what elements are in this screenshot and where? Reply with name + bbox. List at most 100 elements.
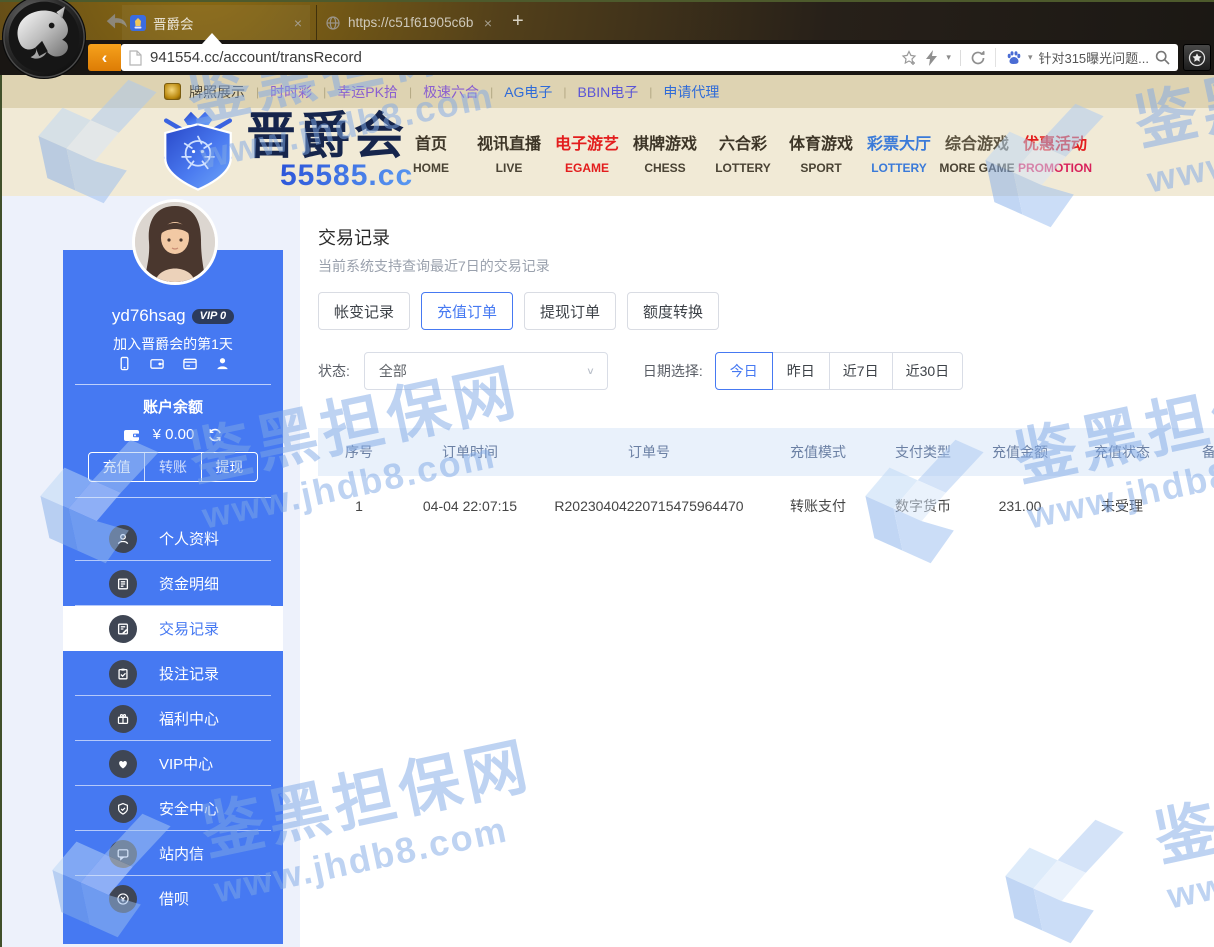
page-back-button[interactable]: ‹ (88, 44, 121, 71)
wallet-icon[interactable] (149, 356, 165, 371)
cell-seq: 1 (318, 476, 400, 536)
table-row: 1 04-04 22:07:15 R2023040422071547596447… (318, 476, 1214, 536)
chat-icon (109, 840, 137, 868)
sidebar-item-security[interactable]: 安全中心 (63, 786, 283, 831)
close-icon[interactable]: × (294, 15, 302, 31)
tab-quota-transfer[interactable]: 额度转换 (627, 292, 719, 330)
document-pen-icon (109, 615, 137, 643)
username: yd76hsag (112, 306, 186, 325)
sidebar-item-bets[interactable]: 投注记录 (63, 651, 283, 696)
divider (960, 50, 961, 66)
site-logo[interactable]: 晋爵会 55585.cc (150, 110, 413, 194)
license-icon (164, 83, 181, 100)
balance-title: 账户余额 (63, 396, 283, 417)
balance-actions: 充值 转账 提现 (88, 452, 258, 482)
nav-home[interactable]: 首页HOME (392, 108, 470, 196)
phone-icon[interactable] (117, 356, 132, 371)
sidebar-item-transactions[interactable]: 交易记录 (63, 606, 283, 651)
date-range-group: 今日 昨日 近7日 近30日 (715, 352, 963, 390)
bank-card-icon[interactable] (182, 356, 198, 371)
bookmark-star-icon[interactable] (901, 50, 917, 66)
omnibar-search[interactable]: ▾ 针对315曝光问题... (995, 48, 1170, 67)
nav-lottery-hall[interactable]: 彩票大厅 LOTTERY (860, 108, 938, 196)
nav-lottery6[interactable]: 六合彩 LOTTERY (704, 108, 782, 196)
globe-icon (325, 15, 341, 31)
transactions-table: 序号 订单时间 订单号 充值模式 支付类型 充值金额 充值状态 备注 1 04-… (318, 428, 1214, 536)
tab-secondary[interactable]: https://c51f61905c6b × (316, 5, 500, 40)
status-select[interactable]: 全部 ∨ (364, 352, 608, 390)
separator: | (563, 85, 566, 99)
vip-badge: VIP 0 (192, 309, 235, 324)
sidebar-item-messages[interactable]: 站内信 (63, 831, 283, 876)
link-ssc[interactable]: 时时彩 (270, 82, 312, 102)
nav-egame[interactable]: 电子游艺 EGAME (548, 108, 626, 196)
balance-amount: ¥ 0.00 (153, 426, 195, 443)
separator: | (409, 85, 412, 99)
table-header: 序号 订单时间 订单号 充值模式 支付类型 充值金额 充值状态 备注 (318, 428, 1214, 476)
record-tabs: 帐变记录 充值订单 提现订单 额度转换 (318, 292, 719, 330)
nav-live[interactable]: 视讯直播LIVE (470, 108, 548, 196)
page-body: 交易记录 当前系统支持查询最近7日的交易记录 帐变记录 充值订单 提现订单 额度… (0, 196, 1214, 947)
deposit-button[interactable]: 充值 (89, 453, 144, 481)
nav-promotion[interactable]: 优惠活动 PROMOTION (1016, 108, 1094, 196)
tab-account-changes[interactable]: 帐变记录 (318, 292, 410, 330)
nav-sport[interactable]: 体育游戏SPORT (782, 108, 860, 196)
url-field[interactable]: 941554.cc/account/transRecord ▾ ▾ (121, 44, 1178, 71)
transfer-button[interactable]: 转账 (144, 453, 200, 481)
page-title: 交易记录 (318, 224, 390, 250)
date-7days-button[interactable]: 近7日 (829, 352, 893, 390)
tab-title: 晋爵会 (153, 13, 288, 33)
chevron-down-icon: ∨ (586, 365, 595, 376)
separator: | (649, 85, 652, 99)
link-license[interactable]: 牌照展示 (189, 82, 245, 102)
main-nav: 首页HOME 视讯直播LIVE 电子游艺 EGAME 棋牌游戏CHESS 六合彩… (392, 108, 1094, 196)
nav-more-game[interactable]: 综合游戏MORE GAME (938, 108, 1016, 196)
cell-status: 未受理 (1072, 476, 1172, 536)
link-agent[interactable]: 申请代理 (663, 82, 719, 102)
favorites-button[interactable] (1183, 44, 1211, 71)
link-ag[interactable]: AG电子 (504, 82, 552, 102)
top-links-strip: 牌照展示 | 时时彩 | 幸运PK拾 | 极速六合 | AG电子 | BBIN电… (0, 75, 1214, 108)
date-yesterday-button[interactable]: 昨日 (772, 352, 830, 390)
date-today-button[interactable]: 今日 (715, 352, 773, 390)
chevron-down-icon[interactable]: ▾ (946, 52, 951, 63)
lightning-icon[interactable] (926, 50, 937, 66)
separator: | (323, 85, 326, 99)
person-icon[interactable] (215, 356, 230, 371)
gift-icon (109, 705, 137, 733)
page-icon (129, 50, 142, 66)
site-name: 晋爵会 (246, 111, 413, 161)
active-tab-pointer (202, 33, 222, 44)
cell-time: 04-04 22:07:15 (400, 476, 540, 536)
date-30days-button[interactable]: 近30日 (892, 352, 964, 390)
chevron-down-icon[interactable]: ▾ (1028, 52, 1033, 63)
link-pk10[interactable]: 幸运PK拾 (337, 82, 398, 102)
window-edge (0, 75, 2, 947)
shield-check-icon (109, 795, 137, 823)
tab-withdraw-orders[interactable]: 提现订单 (524, 292, 616, 330)
tab-deposit-orders[interactable]: 充值订单 (421, 292, 513, 330)
refresh-icon[interactable] (970, 50, 986, 66)
tab-title: https://c51f61905c6b (348, 15, 478, 30)
sidebar-item-funds[interactable]: 资金明细 (63, 561, 283, 606)
link-bbin[interactable]: BBIN电子 (578, 82, 639, 102)
cell-order-no: R20230404220715475964470 (540, 476, 758, 536)
link-liuhe[interactable]: 极速六合 (423, 82, 479, 102)
sidebar-item-vip[interactable]: VIP中心 (63, 741, 283, 786)
search-icon[interactable] (1155, 50, 1170, 65)
nav-chess[interactable]: 棋牌游戏CHESS (626, 108, 704, 196)
divider (75, 497, 271, 498)
quick-icons (63, 356, 283, 371)
status-label: 状态: (318, 361, 350, 381)
heart-icon (109, 750, 137, 778)
main-panel: 交易记录 当前系统支持查询最近7日的交易记录 帐变记录 充值订单 提现订单 额度… (300, 196, 1214, 947)
close-icon[interactable]: × (484, 15, 492, 31)
search-input[interactable]: 针对315曝光问题... (1038, 48, 1149, 67)
sidebar-item-welfare[interactable]: 福利中心 (63, 696, 283, 741)
refresh-balance-icon[interactable] (207, 427, 223, 443)
withdraw-button[interactable]: 提现 (201, 453, 257, 481)
sidebar-item-profile[interactable]: 个人资料 (63, 516, 283, 561)
leopard-browser-icon[interactable] (1, 0, 87, 80)
new-tab-button[interactable]: + (512, 8, 524, 34)
sidebar-item-loan[interactable]: 借呗 (63, 876, 283, 921)
